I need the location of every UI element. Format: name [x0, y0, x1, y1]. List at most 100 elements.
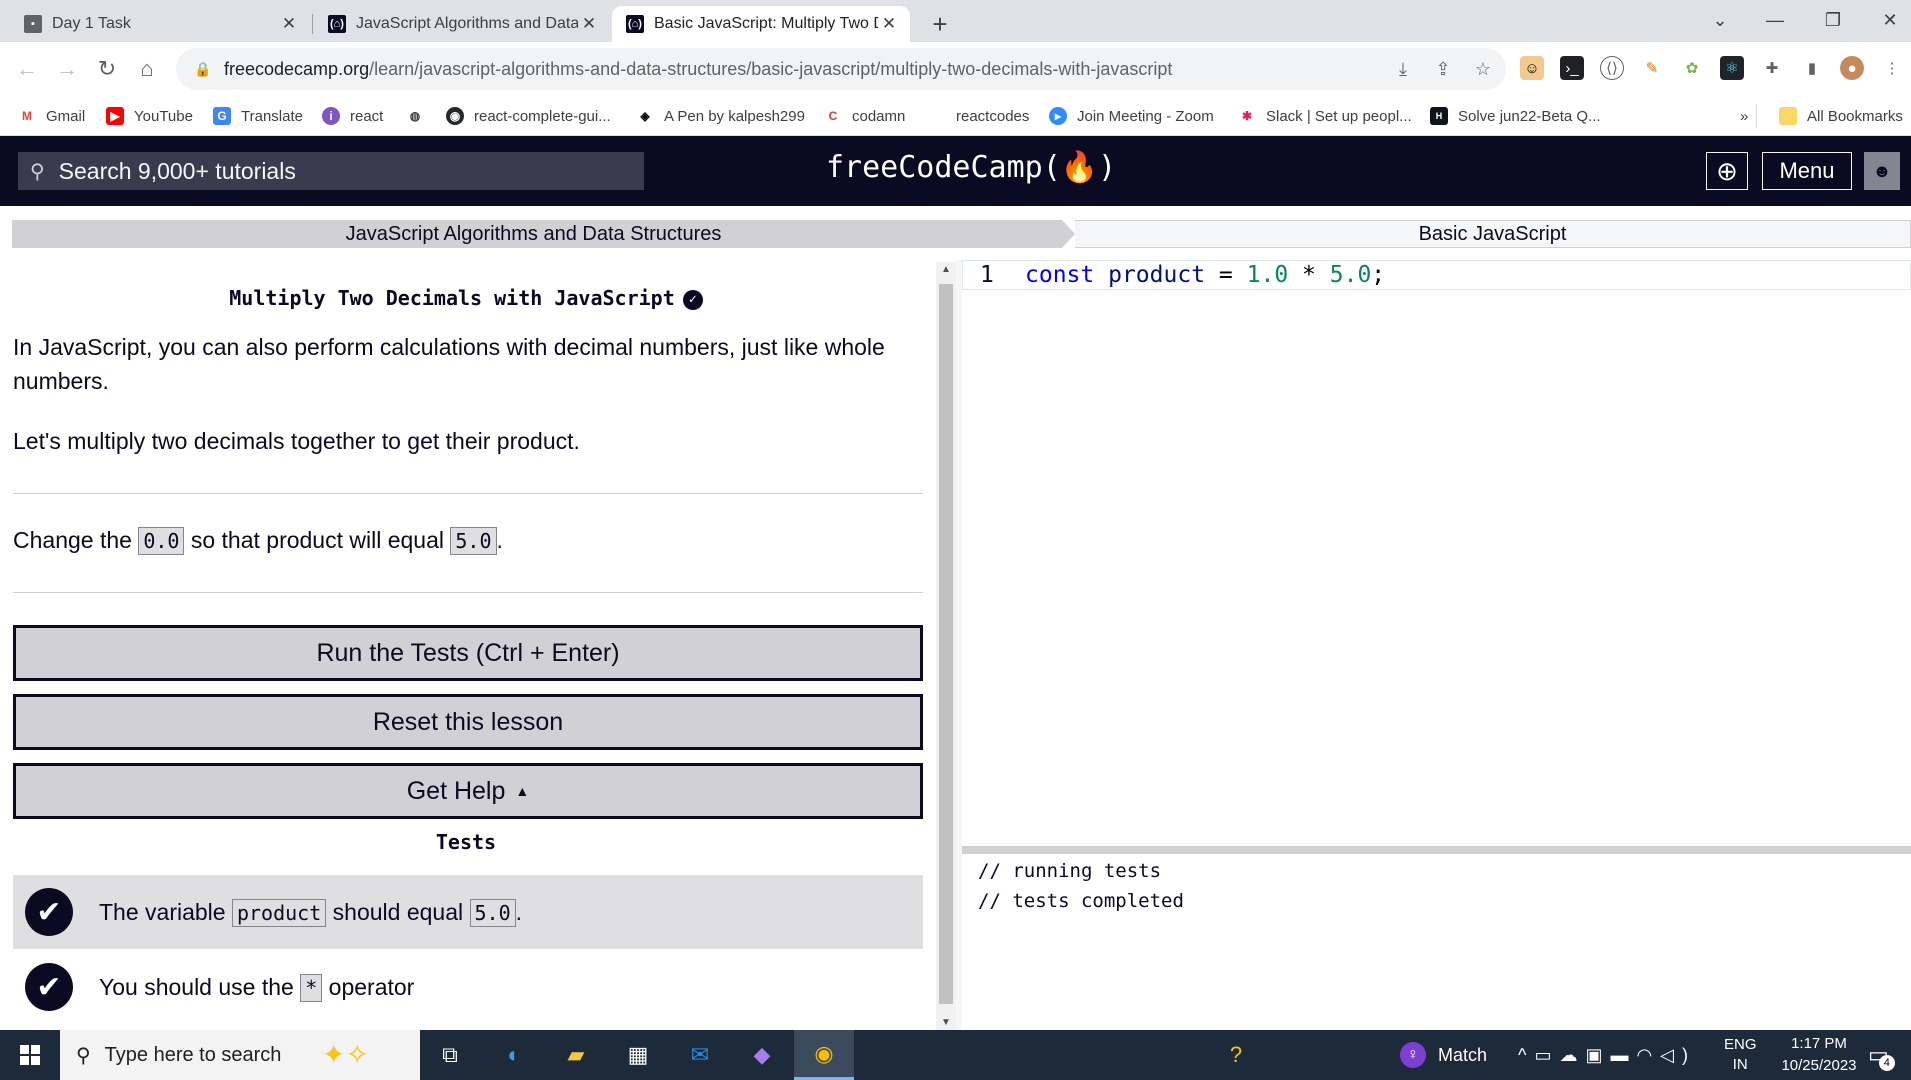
- breadcrumb-block-link[interactable]: Basic JavaScript: [1075, 220, 1911, 248]
- test-row: ✔ You should use the * operator: [13, 950, 923, 1024]
- language-globe-button[interactable]: ⊕: [1706, 152, 1748, 190]
- back-button[interactable]: ←: [12, 54, 42, 84]
- browser-tab[interactable]: ▪ Day 1 Task ✕: [10, 6, 310, 42]
- help-icon[interactable]: ?: [1206, 1030, 1266, 1080]
- code-operator: *: [1302, 262, 1316, 288]
- clock[interactable]: 1:17 PM 10/25/2023: [1774, 1030, 1864, 1080]
- taskbar-search[interactable]: ⚲ ✦✧: [60, 1030, 420, 1080]
- weather-widget[interactable]: ♀ Match: [1400, 1030, 1487, 1080]
- run-tests-button[interactable]: Run the Tests (Ctrl + Enter): [13, 625, 923, 681]
- more-menu-icon[interactable]: ⋮: [1880, 56, 1904, 80]
- bookmark-label: react: [350, 107, 384, 125]
- terminal-extension-icon[interactable]: ›_: [1560, 56, 1584, 80]
- bookmark-item[interactable]: Ccodamn: [824, 104, 906, 128]
- divider: [13, 493, 923, 494]
- share-icon[interactable]: ⇪: [1430, 56, 1456, 82]
- window-close-button[interactable]: ✕: [1860, 0, 1911, 40]
- new-tab-button[interactable]: +: [922, 6, 958, 42]
- bookmarks-overflow-button[interactable]: »: [1740, 104, 1748, 128]
- all-bookmarks-button[interactable]: All Bookmarks: [1756, 104, 1903, 128]
- browser-tab-active[interactable]: (⌂) Basic JavaScript: Multiply Two Decim…: [612, 6, 910, 42]
- github-icon: ◉: [446, 107, 464, 125]
- bookmark-item[interactable]: ▸ Join Meeting - Zoom: [1049, 104, 1214, 128]
- test-text: The variable product should equal 5.0.: [99, 898, 522, 927]
- bookmark-item[interactable]: ◈ A Pen by kalpesh299: [636, 104, 805, 128]
- scroll-down-arrow-icon[interactable]: ▼: [936, 1017, 956, 1028]
- react-devtools-icon[interactable]: ⚛: [1720, 56, 1744, 80]
- bookmark-item[interactable]: ◉ react-complete-gui...: [446, 104, 611, 128]
- bookmark-item[interactable]: i react: [322, 104, 383, 128]
- start-button[interactable]: [0, 1030, 60, 1080]
- profile-avatar[interactable]: ●: [1840, 56, 1864, 80]
- bookmark-item[interactable]: ✱ Slack | Set up peopl...: [1238, 104, 1412, 128]
- extension-face-icon[interactable]: ☺: [1520, 56, 1544, 80]
- restore-button[interactable]: ❐: [1803, 0, 1863, 40]
- minimize-button[interactable]: —: [1745, 0, 1805, 40]
- menu-button[interactable]: Menu: [1762, 152, 1852, 190]
- fcc-search-box[interactable]: ⚲: [18, 152, 644, 190]
- inline-code: 5.0: [469, 898, 516, 927]
- region-code: IN: [1732, 1056, 1748, 1073]
- bookmark-item[interactable]: ◍: [406, 104, 434, 128]
- url-host: freecodecamp.org: [224, 58, 370, 79]
- copilot-app-icon[interactable]: ◆: [732, 1030, 792, 1080]
- clock-date: 10/25/2023: [1781, 1057, 1857, 1074]
- code-editor[interactable]: 1 const product = 1.0 * 5.0;: [962, 260, 1911, 846]
- notification-center-button[interactable]: ▭ 4: [1868, 1030, 1905, 1080]
- microsoft-store-icon[interactable]: ▦: [608, 1030, 668, 1080]
- close-icon[interactable]: ✕: [578, 14, 600, 34]
- tab-search-chevron-icon[interactable]: ⌄: [1690, 0, 1750, 40]
- browser-tab[interactable]: (⌂) JavaScript Algorithms and Data Struc…: [314, 6, 610, 42]
- bookmark-item[interactable]: M Gmail: [18, 104, 85, 128]
- get-help-button[interactable]: Get Help ▲: [13, 763, 923, 819]
- side-panel-icon[interactable]: ▮: [1800, 56, 1824, 80]
- bookmark-item[interactable]: reactcodes: [928, 104, 1029, 128]
- code-content[interactable]: const product = 1.0 * 5.0;: [1025, 262, 1385, 288]
- install-app-icon[interactable]: ⤓: [1390, 56, 1416, 82]
- edge-browser-icon[interactable]: ◐: [484, 1030, 544, 1080]
- search-input[interactable]: [58, 157, 619, 185]
- bookmark-item[interactable]: H Solve jun22-Beta Q...: [1430, 104, 1601, 128]
- chrome-taskbar-icon[interactable]: ◉: [794, 1030, 854, 1080]
- file-explorer-icon[interactable]: ▰: [546, 1030, 606, 1080]
- code-number: 5.0: [1329, 262, 1372, 288]
- extensions-puzzle-icon[interactable]: ✚: [1760, 56, 1784, 80]
- extension-leaf-icon[interactable]: ✿: [1680, 56, 1704, 80]
- fcc-navbar: ⚲ freeCodeCamp(🔥) ⊕ Menu ☻: [0, 136, 1911, 206]
- scroll-up-arrow-icon[interactable]: ▲: [936, 264, 956, 275]
- home-button[interactable]: ⌂: [132, 54, 162, 84]
- bookmark-item[interactable]: G Translate: [213, 104, 303, 128]
- system-tray-icons[interactable]: ^▭☁▣▬◠◁): [1518, 1030, 1696, 1080]
- code-punctuation: ;: [1371, 262, 1386, 288]
- instr-text: Change the: [13, 527, 139, 553]
- bookmark-star-icon[interactable]: ☆: [1470, 56, 1496, 82]
- bookmark-label: A Pen by kalpesh299: [664, 107, 805, 125]
- reset-lesson-button[interactable]: Reset this lesson: [13, 694, 923, 750]
- close-icon[interactable]: ✕: [878, 14, 900, 34]
- mail-icon[interactable]: ✉: [670, 1030, 730, 1080]
- editor-line[interactable]: 1 const product = 1.0 * 5.0;: [962, 260, 1911, 290]
- instructions-panel: Multiply Two Decimals with JavaScript ✓ I…: [0, 260, 932, 1030]
- codepen-icon: ◈: [640, 109, 650, 123]
- task-view-icon[interactable]: ⧉: [420, 1030, 480, 1080]
- freecodecamp-logo[interactable]: freeCodeCamp(🔥): [826, 150, 1116, 185]
- taskbar-search-input[interactable]: [104, 1043, 305, 1067]
- close-icon[interactable]: ✕: [278, 14, 300, 34]
- input-language[interactable]: ENG IN: [1724, 1030, 1757, 1080]
- reload-button[interactable]: ↻: [92, 54, 122, 84]
- instructions-scrollbar[interactable]: ▲ ▼: [936, 262, 956, 1030]
- translate-icon: G: [213, 107, 231, 125]
- scrollbar-thumb[interactable]: [939, 284, 953, 1004]
- code-extension-icon[interactable]: ⟨⟩: [1600, 56, 1624, 80]
- tab-title: JavaScript Algorithms and Data Structure…: [356, 15, 578, 32]
- zoom-icon: ▸: [1049, 107, 1067, 125]
- editor-console-splitter[interactable]: [962, 846, 1911, 854]
- color-picker-icon[interactable]: ✎: [1640, 56, 1664, 80]
- address-bar[interactable]: 🔒 freecodecamp.org/learn/javascript-algo…: [176, 48, 1506, 90]
- search-icon: ⚲: [30, 160, 45, 183]
- breadcrumb-superblock-link[interactable]: JavaScript Algorithms and Data Structure…: [12, 220, 1075, 248]
- bookmark-item[interactable]: ▶ YouTube: [106, 104, 193, 128]
- user-avatar[interactable]: ☻: [1864, 152, 1900, 190]
- tab-favicon-icon: ▪: [24, 15, 42, 33]
- forward-button[interactable]: →: [52, 54, 82, 84]
